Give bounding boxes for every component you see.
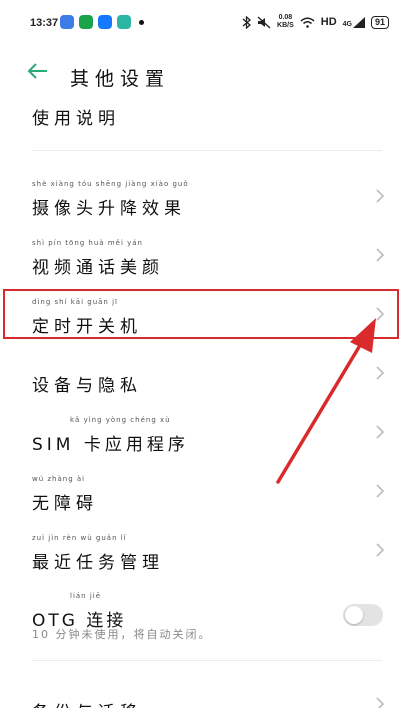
pinyin-annotation: shì pín tōng huà měi yán xyxy=(32,239,143,247)
settings-item-usage-guide[interactable]: 使用说明 xyxy=(0,96,409,136)
status-time: 13:37 xyxy=(30,17,59,29)
settings-item-backup-migration[interactable]: 备份与迁移 xyxy=(0,682,409,708)
signal-icon: 4G xyxy=(342,16,365,28)
settings-item-video-call-beauty[interactable]: shì pín tōng huà měi yán 视频通话美颜 xyxy=(0,227,409,285)
pinyin-annotation: wú zhàng ài xyxy=(32,475,86,483)
app-icon-teal xyxy=(117,15,131,29)
settings-item-label: 摄像头升降效果 xyxy=(32,199,186,219)
pinyin-annotation: kǎ yìng yòng chéng xù xyxy=(70,416,171,424)
net-speed-value: 0.08 xyxy=(278,14,293,21)
settings-item-recent-tasks[interactable]: zuì jìn rèn wù guǎn lǐ 最近任务管理 xyxy=(0,522,409,580)
battery-icon: 91 xyxy=(370,15,389,29)
page-title: 其他设置 xyxy=(70,68,171,90)
chevron-right-icon xyxy=(376,189,385,203)
bluetooth-icon xyxy=(242,15,252,29)
chevron-right-icon xyxy=(376,484,385,498)
settings-item-label: 无障碍 xyxy=(32,494,98,514)
settings-item-label: 最近任务管理 xyxy=(32,553,164,573)
divider xyxy=(32,660,382,661)
settings-item-label: 视频通话美颜 xyxy=(32,258,164,278)
settings-item-label: 使用说明 xyxy=(32,109,120,129)
wifi-icon xyxy=(300,17,315,28)
settings-item-accessibility[interactable]: wú zhàng ài 无障碍 xyxy=(0,463,409,521)
mute-icon xyxy=(257,16,271,28)
otg-toggle[interactable] xyxy=(343,604,383,626)
signal-label: 4G xyxy=(342,20,352,28)
settings-item-sim-apps[interactable]: kǎ yìng yòng chéng xù SIM 卡应用程序 xyxy=(0,404,409,462)
divider xyxy=(32,150,382,151)
pinyin-annotation: shè xiàng tóu shēng jiàng xiào guǒ xyxy=(32,180,189,188)
back-arrow-icon[interactable] xyxy=(26,62,48,84)
settings-item-subtitle: 10 分钟未使用，将自动关闭。 xyxy=(32,628,212,641)
notification-dot-icon xyxy=(139,20,144,25)
settings-item-label: 备份与迁移 xyxy=(32,698,142,708)
settings-item-otg: lián jiē OTG 连接 10 分钟未使用，将自动关闭。 xyxy=(0,580,409,650)
settings-item-label: SIM 卡应用程序 xyxy=(32,435,189,455)
chevron-right-icon xyxy=(376,425,385,439)
chevron-right-icon xyxy=(376,366,385,380)
pinyin-annotation: lián jiē xyxy=(70,592,102,600)
app-icon-blue xyxy=(60,15,74,29)
chevron-right-icon xyxy=(376,543,385,557)
highlight-box xyxy=(3,289,399,339)
network-speed: 0.08 KB/S xyxy=(277,14,294,30)
toggle-knob xyxy=(345,606,363,624)
settings-item-camera-lift[interactable]: shè xiàng tóu shēng jiàng xiào guǒ 摄像头升降… xyxy=(0,168,409,226)
net-speed-unit: KB/S xyxy=(277,22,294,29)
settings-item-device-privacy[interactable]: 设备与隐私 xyxy=(0,345,409,403)
settings-item-label: 设备与隐私 xyxy=(32,376,142,396)
status-bar: 13:37 0.08 KB/S HD 4G 91 xyxy=(0,0,409,46)
shield-icon xyxy=(79,15,93,29)
pinyin-annotation: zuì jìn rèn wù guǎn lǐ xyxy=(32,534,127,542)
chevron-right-icon xyxy=(376,248,385,262)
hd-label: HD xyxy=(320,16,337,28)
chevron-right-icon xyxy=(376,697,385,708)
alipay-icon xyxy=(98,15,112,29)
